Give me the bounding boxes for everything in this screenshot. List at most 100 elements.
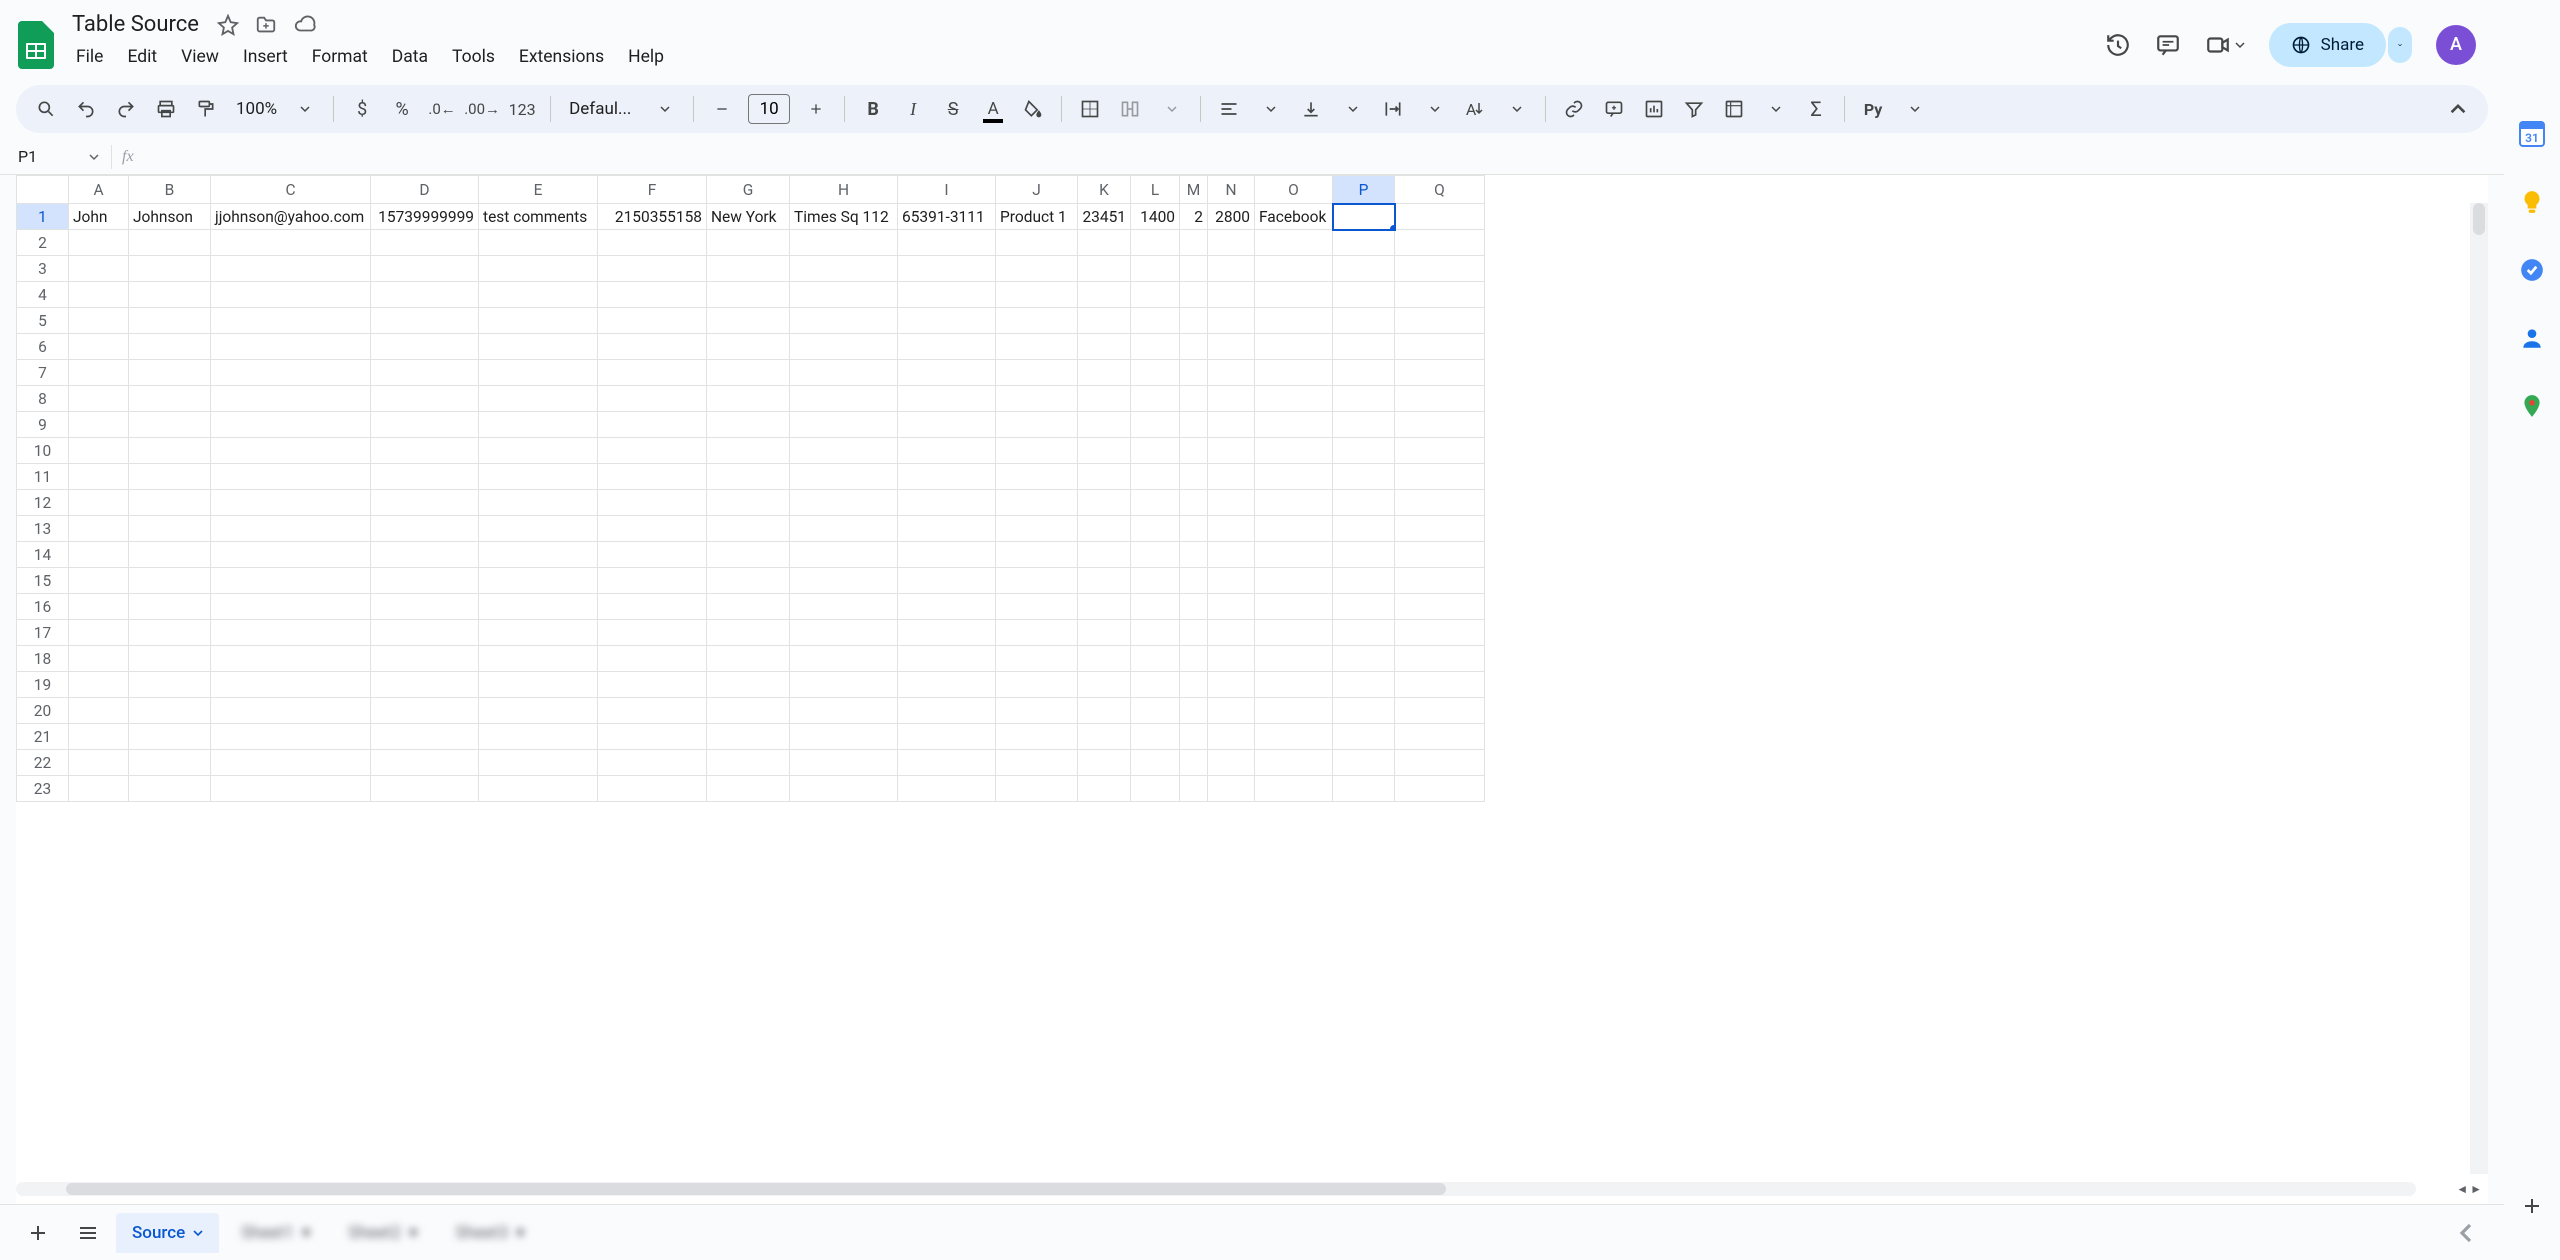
cell[interactable] [1078,308,1131,334]
search-menus-icon[interactable] [28,91,64,127]
cell[interactable] [898,334,996,360]
cell[interactable] [371,672,479,698]
cell[interactable] [707,594,790,620]
cell[interactable] [996,594,1078,620]
cell[interactable] [1131,412,1180,438]
cell[interactable] [1131,308,1180,334]
cell[interactable] [598,750,707,776]
filter-icon[interactable] [1676,91,1712,127]
cell[interactable] [1078,568,1131,594]
cell[interactable] [1255,464,1333,490]
cell[interactable] [1131,776,1180,802]
cell[interactable] [479,464,598,490]
cell[interactable] [1180,672,1208,698]
cell[interactable] [898,776,996,802]
cell[interactable] [790,334,898,360]
cell[interactable] [1395,568,1485,594]
account-avatar[interactable]: A [2436,25,2476,65]
row-header[interactable]: 23 [17,776,69,802]
cell[interactable] [1078,776,1131,802]
currency-icon[interactable]: $ [344,91,380,127]
cell[interactable] [1255,490,1333,516]
cell[interactable] [129,542,211,568]
cell[interactable] [1208,438,1255,464]
sheet-tab-source[interactable]: Source [116,1213,219,1253]
cell[interactable]: 65391-3111 [898,204,996,230]
cell[interactable]: 1400 [1131,204,1180,230]
cell[interactable] [1180,360,1208,386]
menu-view[interactable]: View [171,41,229,73]
cell[interactable] [211,438,371,464]
row-header[interactable]: 14 [17,542,69,568]
cell[interactable]: 2800 [1208,204,1255,230]
column-header[interactable]: N [1208,176,1255,204]
cell[interactable] [1180,256,1208,282]
row-header[interactable]: 1 [17,204,69,230]
cell[interactable] [69,620,129,646]
cell[interactable] [211,386,371,412]
cell[interactable] [898,594,996,620]
halign-caret-icon[interactable] [1253,91,1289,127]
cell[interactable] [1333,516,1395,542]
column-header[interactable]: A [69,176,129,204]
spreadsheet-grid[interactable]: ABCDEFGHIJKLMNOPQ1JohnJohnsonjjohnson@ya… [16,175,2488,1204]
cell[interactable]: Product 1 [996,204,1078,230]
insert-comment-icon[interactable] [1596,91,1632,127]
cell[interactable] [1333,724,1395,750]
cell[interactable] [1131,698,1180,724]
cell[interactable] [1395,542,1485,568]
cell[interactable] [1078,724,1131,750]
cell[interactable] [790,308,898,334]
cell[interactable] [1078,490,1131,516]
cell[interactable] [371,568,479,594]
wrap-caret-icon[interactable] [1417,91,1453,127]
column-header[interactable]: O [1255,176,1333,204]
cell[interactable] [1131,230,1180,256]
cell[interactable] [1208,516,1255,542]
cell[interactable] [1131,620,1180,646]
cell[interactable] [1078,750,1131,776]
cell[interactable] [129,308,211,334]
column-header[interactable]: P [1333,176,1395,204]
cell[interactable] [1131,646,1180,672]
cell[interactable] [1255,438,1333,464]
cell[interactable] [707,542,790,568]
apps-script-icon[interactable]: Py [1855,91,1891,127]
meet-icon[interactable] [2205,32,2245,58]
cell[interactable] [790,620,898,646]
row-header[interactable]: 19 [17,672,69,698]
cell[interactable] [996,776,1078,802]
cell[interactable] [211,724,371,750]
cell[interactable] [371,490,479,516]
cell[interactable] [1208,542,1255,568]
cell[interactable] [371,516,479,542]
cell[interactable] [1180,594,1208,620]
cell[interactable] [129,568,211,594]
cell[interactable] [1255,412,1333,438]
cell[interactable] [1255,282,1333,308]
cell[interactable] [898,360,996,386]
cell[interactable] [1131,360,1180,386]
cell[interactable] [211,698,371,724]
cell[interactable] [1395,620,1485,646]
cell[interactable] [898,412,996,438]
row-header[interactable]: 22 [17,750,69,776]
cell[interactable] [790,438,898,464]
cell[interactable] [1180,334,1208,360]
cell[interactable] [371,776,479,802]
cell[interactable] [898,672,996,698]
cell[interactable] [1180,282,1208,308]
cell[interactable] [479,412,598,438]
cell[interactable] [1255,568,1333,594]
cell[interactable]: 15739999999 [371,204,479,230]
cell[interactable] [69,568,129,594]
cell[interactable] [707,282,790,308]
cell[interactable] [1180,308,1208,334]
cell[interactable] [707,646,790,672]
cell[interactable] [1180,568,1208,594]
cell[interactable] [479,256,598,282]
cell[interactable] [211,360,371,386]
vertical-scrollbar[interactable] [2470,203,2488,1174]
cell[interactable] [1333,672,1395,698]
cell[interactable] [1333,620,1395,646]
